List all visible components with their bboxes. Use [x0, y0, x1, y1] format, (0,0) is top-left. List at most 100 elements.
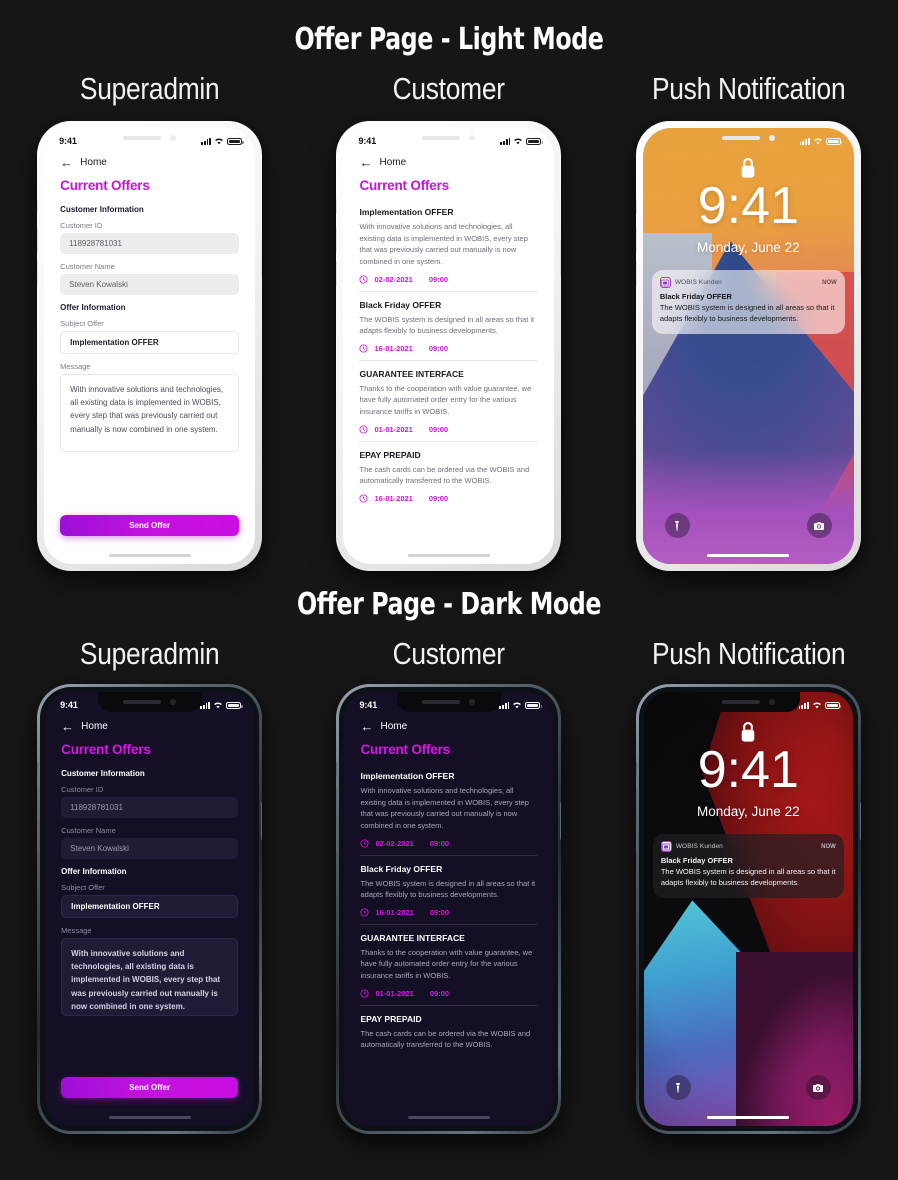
- offer-list: Implementation OFFER With innovative sol…: [360, 769, 538, 1065]
- offer-title: Black Friday OFFER: [359, 299, 442, 310]
- offer-body: Thanks to the cooperation with value gua…: [360, 947, 533, 980]
- phone-screen: 9:41: [44, 128, 256, 564]
- volume-down-button[interactable]: [336, 261, 338, 287]
- offer-item[interactable]: Black Friday OFFER The WOBIS system is d…: [359, 290, 539, 360]
- push-notification[interactable]: WOBIS Kunden NOW Black Friday OFFER The …: [651, 270, 845, 335]
- notification-header: WOBIS Kunden NOW: [659, 277, 837, 288]
- power-button[interactable]: [261, 239, 263, 277]
- home-indicator[interactable]: [108, 1116, 191, 1119]
- nav-back-row[interactable]: ← Home: [360, 720, 537, 733]
- clock-icon: [359, 494, 368, 503]
- phone-frame: 9:41 Monday, June 22 WOBIS Kunden NOW Bl…: [635, 121, 861, 571]
- volume-up-button[interactable]: [635, 790, 637, 816]
- volume-down-button[interactable]: [336, 824, 338, 850]
- nav-back-row[interactable]: ← Home: [60, 156, 239, 169]
- camera-icon[interactable]: [805, 1075, 831, 1100]
- home-indicator[interactable]: [407, 1116, 490, 1119]
- mute-switch[interactable]: [336, 199, 338, 214]
- offer-item[interactable]: GUARANTEE INTERFACE Thanks to the cooper…: [360, 923, 538, 1005]
- volume-down-button[interactable]: [635, 261, 637, 287]
- nav-back-row[interactable]: ← Home: [359, 156, 538, 169]
- power-button[interactable]: [560, 802, 562, 840]
- customer-information-heading: Customer Information: [61, 769, 145, 778]
- customer-name-input[interactable]: Steven Kowalski: [61, 838, 239, 859]
- home-indicator[interactable]: [407, 554, 490, 557]
- nav-label-home[interactable]: Home: [379, 157, 406, 168]
- offer-item[interactable]: Implementation OFFER With innovative sol…: [359, 207, 538, 291]
- power-button[interactable]: [859, 802, 861, 840]
- power-button[interactable]: [560, 239, 562, 277]
- wifi-icon: [512, 701, 522, 709]
- status-time: 9:41: [59, 136, 77, 146]
- customer-id-input[interactable]: 118928781031: [60, 233, 240, 254]
- arrow-left-icon[interactable]: ←: [359, 156, 372, 169]
- phone-screen: 9:41 Monday, June 22 WOBIS Kunden NOW Bl…: [642, 128, 854, 564]
- offer-time: 09:00: [428, 493, 449, 503]
- column-title-customer-dark: Customer: [392, 636, 506, 671]
- offer-item[interactable]: EPAY PREPAID The cash cards can be order…: [359, 440, 539, 510]
- offer-information-heading: Offer Information: [60, 303, 126, 312]
- camera-icon[interactable]: [806, 513, 832, 538]
- customer-id-input[interactable]: 118928781031: [61, 797, 239, 818]
- subject-offer-input[interactable]: Implementation OFFER: [61, 895, 239, 918]
- offer-body: With innovative solutions and technologi…: [360, 786, 529, 830]
- offer-item[interactable]: Implementation OFFER With innovative sol…: [360, 771, 537, 855]
- customer-name-input[interactable]: Steven Kowalski: [60, 274, 240, 295]
- lock-screen-time: 9:41: [697, 741, 799, 799]
- volume-up-button[interactable]: [37, 790, 39, 816]
- volume-up-button[interactable]: [336, 227, 338, 253]
- nav-back-row[interactable]: ← Home: [61, 720, 238, 733]
- nav-label-home[interactable]: Home: [380, 721, 407, 732]
- volume-up-button[interactable]: [336, 790, 338, 816]
- message-textarea[interactable]: With innovative solutions and technologi…: [60, 374, 240, 452]
- mute-switch[interactable]: [635, 199, 637, 214]
- arrow-left-icon[interactable]: ←: [360, 720, 373, 733]
- nav-label-home[interactable]: Home: [81, 721, 108, 732]
- offer-time: 09:00: [428, 343, 449, 353]
- mute-switch[interactable]: [635, 762, 637, 777]
- message-label: Message: [60, 362, 91, 371]
- wifi-icon: [513, 137, 523, 145]
- mute-switch[interactable]: [37, 199, 39, 214]
- flashlight-icon[interactable]: [664, 513, 690, 538]
- send-offer-button[interactable]: Send Offer: [61, 1077, 239, 1098]
- offer-time: 09:00: [428, 424, 449, 434]
- phone-superadmin-dark: 9:41 ← Home Current Offers Customer Info…: [37, 684, 263, 1134]
- push-notification[interactable]: WOBIS Kunden NOW Black Friday OFFER The …: [652, 834, 844, 899]
- phone-screen: 9:41: [343, 128, 555, 564]
- wifi-icon: [213, 701, 223, 709]
- offer-meta: 01-01-2021 09:00: [359, 425, 538, 434]
- arrow-left-icon[interactable]: ←: [61, 720, 74, 733]
- offer-date: 01-01-2021: [375, 988, 414, 998]
- volume-up-button[interactable]: [635, 227, 637, 253]
- offer-item[interactable]: Black Friday OFFER The WOBIS system is d…: [360, 854, 538, 924]
- power-button[interactable]: [859, 239, 861, 277]
- volume-down-button[interactable]: [635, 824, 637, 850]
- phone-push-light: 9:41 Monday, June 22 WOBIS Kunden NOW Bl…: [635, 121, 861, 571]
- status-bar: 9:41: [344, 692, 553, 714]
- arrow-left-icon[interactable]: ←: [60, 156, 73, 169]
- volume-down-button[interactable]: [37, 261, 39, 287]
- send-offer-button[interactable]: Send Offer: [60, 515, 240, 536]
- home-indicator[interactable]: [108, 554, 191, 557]
- offer-item[interactable]: EPAY PREPAID The cash cards can be order…: [360, 1004, 538, 1065]
- mute-switch[interactable]: [37, 762, 39, 777]
- offer-item[interactable]: GUARANTEE INTERFACE Thanks to the cooper…: [359, 359, 539, 441]
- flashlight-icon[interactable]: [665, 1075, 691, 1100]
- lock-icon: [740, 722, 757, 743]
- mute-switch[interactable]: [336, 762, 338, 777]
- offer-time: 09:00: [428, 274, 449, 284]
- clock-icon: [360, 989, 369, 998]
- volume-down-button[interactable]: [37, 824, 39, 850]
- lock-screen-date: Monday, June 22: [697, 240, 800, 255]
- home-indicator[interactable]: [707, 554, 790, 557]
- column-title-superadmin-dark: Superadmin: [79, 636, 220, 671]
- section-heading-light: Offer Page - Light Mode: [294, 22, 604, 57]
- message-textarea[interactable]: With innovative solutions and technologi…: [61, 938, 239, 1016]
- volume-up-button[interactable]: [37, 227, 39, 253]
- home-indicator[interactable]: [707, 1116, 790, 1119]
- power-button[interactable]: [261, 802, 263, 840]
- subject-offer-input[interactable]: Implementation OFFER: [60, 331, 240, 354]
- phone-screen: 9:41: [45, 692, 255, 1126]
- nav-label-home[interactable]: Home: [80, 157, 107, 168]
